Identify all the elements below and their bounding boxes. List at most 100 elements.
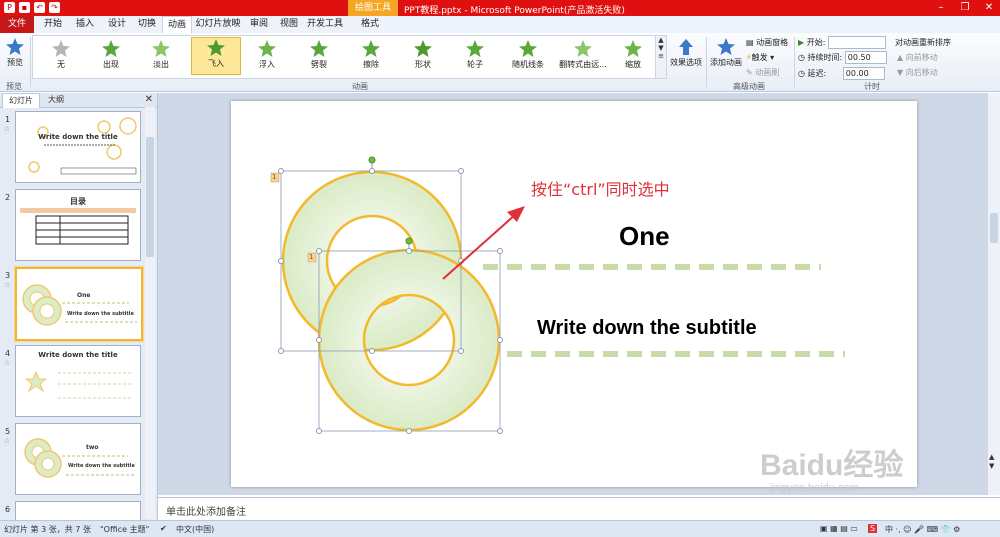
tab-outline[interactable]: 大纲 bbox=[42, 93, 70, 107]
powerpoint-logo-icon: P bbox=[4, 2, 15, 13]
window-title: PPT教程.pptx - Microsoft PowerPoint(产品激活失败… bbox=[404, 6, 625, 16]
preview-group-label: 预览 bbox=[6, 82, 22, 91]
thumb-decoration bbox=[28, 117, 137, 175]
animation-gallery: 无 出现 淡出 飞入 浮入 劈裂 擦除 形状 轮子 随机线条 翻转式由远... … bbox=[32, 35, 667, 79]
delay-field[interactable]: 00.00 bbox=[842, 67, 885, 80]
tab-slide-show[interactable]: 幻灯片放映 bbox=[194, 16, 242, 33]
slide-thumbnail-5[interactable]: two Write down the subtitle bbox=[15, 423, 141, 495]
tab-format[interactable]: 格式 bbox=[356, 16, 384, 33]
star-icon bbox=[574, 40, 592, 57]
tab-home[interactable]: 开始 bbox=[40, 16, 66, 33]
preview-button[interactable]: 预览 bbox=[3, 37, 27, 68]
animation-pane-button[interactable]: ▤ 动画窗格 bbox=[746, 37, 788, 48]
effect-label: 轮子 bbox=[467, 60, 483, 69]
notes-pane[interactable]: 单击此处添加备注 bbox=[158, 497, 1000, 521]
effect-zoom[interactable]: 缩放 bbox=[615, 39, 651, 70]
slide-thumbnail-1[interactable]: Write down the title bbox=[15, 111, 141, 183]
effect-label: 擦除 bbox=[363, 60, 379, 69]
trigger-button[interactable]: ⚡触发 ▾ bbox=[746, 52, 774, 63]
slide-number: 5 bbox=[5, 427, 11, 436]
effect-options-button[interactable]: 效果选项 bbox=[668, 37, 704, 68]
animation-pane-label: 动画窗格 bbox=[756, 38, 789, 47]
effect-appear[interactable]: 出现 bbox=[91, 39, 131, 70]
up-arrow-icon bbox=[679, 39, 693, 55]
input-method-icon[interactable]: S bbox=[868, 524, 878, 533]
tab-insert[interactable]: 插入 bbox=[72, 16, 98, 33]
prev-next-slide-icons[interactable]: ▲ ▼ bbox=[989, 453, 994, 471]
duration-field[interactable]: 00.50 bbox=[844, 51, 887, 64]
thumb-title: One bbox=[77, 292, 91, 299]
tab-view[interactable]: 视图 bbox=[276, 16, 302, 33]
effect-fly-in[interactable]: 飞入 bbox=[191, 37, 241, 75]
slide-thumbnail-3[interactable]: One Write down the subtitle bbox=[15, 267, 143, 341]
animation-marker-icon: ☆ bbox=[4, 281, 11, 289]
effect-grow-turn[interactable]: 翻转式由远... bbox=[555, 39, 611, 70]
effect-label: 淡出 bbox=[153, 60, 169, 69]
scroll-thumb[interactable] bbox=[990, 213, 998, 243]
clock-icon: ◷ bbox=[798, 69, 805, 78]
slide-number: 4 bbox=[5, 349, 11, 358]
effect-options-label: 效果选项 bbox=[670, 58, 702, 67]
effect-split[interactable]: 劈裂 bbox=[299, 39, 339, 70]
view-buttons[interactable]: ▣ ▦ ▤ ▭ bbox=[820, 524, 858, 533]
slide-thumbnail-4[interactable]: Write down the title bbox=[15, 345, 141, 417]
start-dropdown[interactable] bbox=[827, 36, 886, 49]
effect-label: 缩放 bbox=[625, 60, 641, 69]
star-icon bbox=[152, 40, 170, 57]
effect-float-in[interactable]: 浮入 bbox=[247, 39, 287, 70]
gallery-scroll[interactable]: ▲ ▼ ≡ bbox=[655, 36, 666, 78]
tab-review[interactable]: 审阅 bbox=[246, 16, 272, 33]
preview-label: 预览 bbox=[7, 58, 23, 67]
close-icon[interactable]: ✕ bbox=[982, 2, 996, 14]
effect-random-bars[interactable]: 随机线条 bbox=[505, 39, 551, 70]
slide-count-status: 幻灯片 第 3 张，共 7 张 bbox=[4, 525, 91, 534]
save-icon[interactable]: ▪ bbox=[19, 2, 30, 13]
effect-label: 飞入 bbox=[208, 59, 224, 68]
effect-label: 浮入 bbox=[259, 60, 275, 69]
start-row: ▶ 开始: bbox=[798, 36, 886, 49]
tab-transitions[interactable]: 切换 bbox=[134, 16, 160, 33]
quick-access-toolbar: P ▪ ↶ ↷ bbox=[4, 2, 60, 13]
animation-group-label: 动画 bbox=[352, 82, 368, 91]
effect-wheel[interactable]: 轮子 bbox=[455, 39, 495, 70]
move-earlier-button[interactable]: ▲ 向前移动 bbox=[897, 52, 938, 63]
tab-design[interactable]: 设计 bbox=[104, 16, 130, 33]
move-earlier-label: 向前移动 bbox=[905, 53, 938, 62]
add-animation-button[interactable]: 添加动画 bbox=[708, 37, 744, 68]
maximize-icon[interactable]: ❐ bbox=[958, 2, 972, 14]
panel-scrollbar[interactable] bbox=[145, 107, 155, 519]
spellcheck-icon[interactable]: ✔ bbox=[160, 524, 167, 533]
slide-title[interactable]: One bbox=[619, 221, 670, 252]
scroll-thumb[interactable] bbox=[146, 137, 154, 257]
minimize-icon[interactable]: – bbox=[934, 2, 948, 14]
effect-wipe[interactable]: 擦除 bbox=[351, 39, 391, 70]
canvas-vertical-scrollbar[interactable]: ▲ ▼ bbox=[988, 93, 1000, 495]
slide-subtitle[interactable]: Write down the subtitle bbox=[537, 317, 757, 340]
close-panel-icon[interactable]: ✕ bbox=[145, 94, 153, 105]
tray-icons[interactable]: 中 ·, ☺ 🎤 ⌨ 👕 ⚙ bbox=[885, 524, 960, 535]
effect-shape[interactable]: 形状 bbox=[403, 39, 443, 70]
slide-editor[interactable]: 1 1 按住“ctrl”同时选中 One Write down the subt… bbox=[231, 101, 917, 487]
separator bbox=[706, 37, 707, 87]
move-later-button[interactable]: ▼ 向后移动 bbox=[897, 67, 938, 78]
effect-none[interactable]: 无 bbox=[41, 39, 81, 70]
slide-thumbnail-6[interactable] bbox=[15, 501, 141, 520]
tab-slides[interactable]: 幻灯片 bbox=[2, 93, 40, 108]
slide-number: 2 bbox=[5, 193, 11, 202]
slide-number: 6 bbox=[5, 505, 11, 514]
animation-painter-button[interactable]: ✎ 动画刷 bbox=[746, 67, 779, 78]
tab-file[interactable]: 文件 bbox=[0, 16, 34, 33]
effect-fade[interactable]: 淡出 bbox=[141, 39, 181, 70]
slide-number: 3 bbox=[5, 271, 11, 280]
slide-shapes bbox=[270, 156, 845, 434]
star-icon bbox=[102, 40, 120, 57]
tab-developer[interactable]: 开发工具 bbox=[306, 16, 344, 33]
undo-icon[interactable]: ↶ bbox=[34, 2, 45, 13]
tab-animations[interactable]: 动画 bbox=[162, 16, 192, 34]
redo-icon[interactable]: ↷ bbox=[49, 2, 60, 13]
animation-marker-icon: ☆ bbox=[4, 359, 11, 367]
star-icon-gray bbox=[52, 40, 70, 57]
slide-thumbnail-2[interactable]: 目录 bbox=[15, 189, 141, 261]
thumb-rings bbox=[24, 438, 136, 478]
preview-star-icon bbox=[6, 38, 24, 55]
